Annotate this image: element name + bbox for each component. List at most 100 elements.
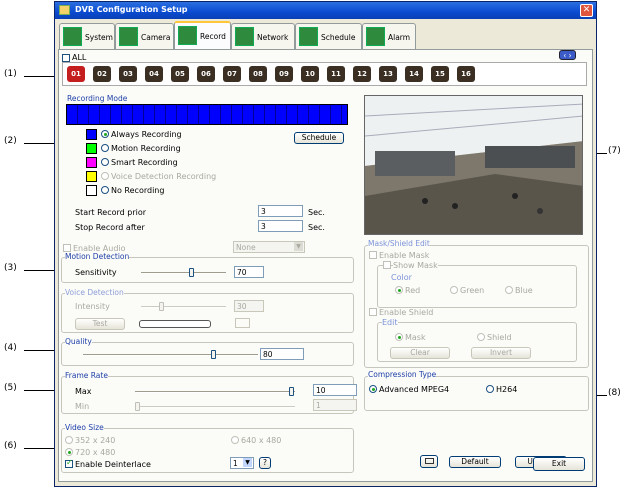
enable-shield-checkbox[interactable] [369, 308, 377, 316]
close-button[interactable]: ✕ [580, 4, 593, 17]
deinterlace-select[interactable]: 1 ▼ [230, 457, 254, 469]
camera-button-03[interactable]: 03 [119, 66, 137, 82]
tab-record[interactable]: Record [174, 21, 231, 49]
frame-rate-max-track[interactable] [135, 391, 295, 393]
motion-recording-label: Motion Recording [111, 144, 181, 153]
edit-shield-radio[interactable] [477, 333, 485, 341]
camera-button-12[interactable]: 12 [353, 66, 371, 82]
test-button[interactable]: Test [75, 318, 125, 330]
check-icon: ✓ [66, 458, 73, 467]
motion-recording-radio[interactable] [101, 144, 109, 152]
camera-scroll-buttons[interactable]: ‹ › [559, 50, 576, 60]
color-red-radio[interactable] [395, 286, 403, 294]
mask-shield-title: Mask/Shield Edit [368, 239, 430, 248]
camera-button-15[interactable]: 15 [431, 66, 449, 82]
deinterlace-label: Enable Deinterlace [75, 460, 151, 469]
alarm-icon [366, 27, 385, 46]
print-button[interactable] [420, 455, 438, 468]
callout-8: (8) [608, 388, 621, 398]
advanced-mpeg4-radio[interactable] [369, 385, 377, 393]
always-recording-radio[interactable] [101, 130, 109, 138]
no-recording-radio[interactable] [101, 186, 109, 194]
camera-button-07[interactable]: 07 [223, 66, 241, 82]
camera-button-02[interactable]: 02 [93, 66, 111, 82]
camera-preview [364, 95, 583, 235]
frame-rate-min-thumb[interactable] [135, 402, 140, 411]
tab-network[interactable]: Network [231, 23, 295, 49]
camera-button-06[interactable]: 06 [197, 66, 215, 82]
size-640-radio[interactable] [231, 436, 239, 444]
frame-rate-min-label: Min [75, 402, 90, 411]
size-720-radio[interactable] [65, 448, 73, 456]
recording-schedule-bar [66, 104, 348, 125]
h264-radio[interactable] [486, 385, 494, 393]
color-green-label: Green [460, 286, 485, 295]
invert-button[interactable]: Invert [471, 347, 531, 359]
tab-system[interactable]: System [59, 23, 115, 49]
color-blue-label: Blue [515, 286, 533, 295]
sensitivity-slider-track[interactable] [141, 272, 226, 274]
size-720-label: 720 x 480 [75, 448, 116, 457]
camera-button-09[interactable]: 09 [275, 66, 293, 82]
frame-rate-min-value: 1 [313, 399, 357, 411]
smart-recording-radio[interactable] [101, 158, 109, 166]
tab-camera[interactable]: Camera [115, 23, 174, 49]
size-352-radio[interactable] [65, 436, 73, 444]
default-button[interactable]: Default [449, 456, 501, 468]
show-mask-label: Show Mask [393, 261, 438, 270]
swatch-motion[interactable] [86, 143, 97, 154]
camera-button-08[interactable]: 08 [249, 66, 267, 82]
clear-button[interactable]: Clear [390, 347, 450, 359]
intensity-slider-track[interactable] [141, 306, 226, 308]
tab-schedule[interactable]: Schedule [295, 23, 362, 49]
frame-rate-group [61, 376, 354, 414]
camera-button-11[interactable]: 11 [327, 66, 345, 82]
smart-recording-label: Smart Recording [111, 158, 178, 167]
motion-detection-title: Motion Detection [65, 252, 130, 261]
help-button[interactable]: ? [259, 457, 271, 469]
color-title: Color [391, 273, 412, 282]
camera-button-13[interactable]: 13 [379, 66, 397, 82]
exit-button[interactable]: Exit [533, 457, 585, 471]
title-bar: DVR Configuration Setup ✕ [55, 2, 596, 19]
show-mask-checkbox[interactable] [383, 261, 391, 269]
schedule-button[interactable]: Schedule [294, 132, 344, 144]
color-green-radio[interactable] [450, 286, 458, 294]
camera-button-04[interactable]: 04 [145, 66, 163, 82]
no-recording-label: No Recording [111, 186, 165, 195]
callout-line-4 [24, 350, 56, 351]
camera-button-10[interactable]: 10 [301, 66, 319, 82]
enable-audio-checkbox[interactable] [63, 244, 71, 252]
tab-alarm[interactable]: Alarm [362, 23, 416, 49]
edit-mask-radio[interactable] [395, 333, 403, 341]
sensitivity-slider-thumb[interactable] [189, 268, 194, 277]
camera-button-14[interactable]: 14 [405, 66, 423, 82]
swatch-smart[interactable] [86, 157, 97, 168]
intensity-slider-thumb[interactable] [159, 302, 164, 311]
quality-slider-track[interactable] [83, 354, 258, 356]
swatch-always[interactable] [86, 129, 97, 140]
network-icon [235, 27, 254, 46]
voice-recording-radio[interactable] [101, 172, 109, 180]
frame-rate-max-thumb[interactable] [289, 387, 294, 396]
start-record-prior-input[interactable]: 3 [258, 205, 303, 217]
swatch-none[interactable] [86, 185, 97, 196]
camera-button-01[interactable]: 01 [67, 66, 85, 82]
system-icon [63, 27, 82, 46]
all-cameras-checkbox[interactable] [62, 54, 70, 62]
video-size-title: Video Size [65, 423, 104, 432]
stop-record-after-unit: Sec. [308, 223, 325, 232]
camera-button-16[interactable]: 16 [457, 66, 475, 82]
quality-slider-thumb[interactable] [211, 350, 216, 359]
swatch-voice[interactable] [86, 171, 97, 182]
camera-button-05[interactable]: 05 [171, 66, 189, 82]
compression-title: Compression Type [368, 370, 437, 379]
color-red-label: Red [405, 286, 421, 295]
color-blue-radio[interactable] [505, 286, 513, 294]
deinterlace-checkbox[interactable]: ✓ [65, 458, 73, 468]
frame-rate-min-track[interactable] [135, 406, 295, 408]
audio-select[interactable]: None ▼ [233, 241, 305, 253]
enable-mask-checkbox[interactable] [369, 251, 377, 259]
intensity-value: 30 [234, 300, 264, 312]
stop-record-after-input[interactable]: 3 [258, 220, 303, 232]
